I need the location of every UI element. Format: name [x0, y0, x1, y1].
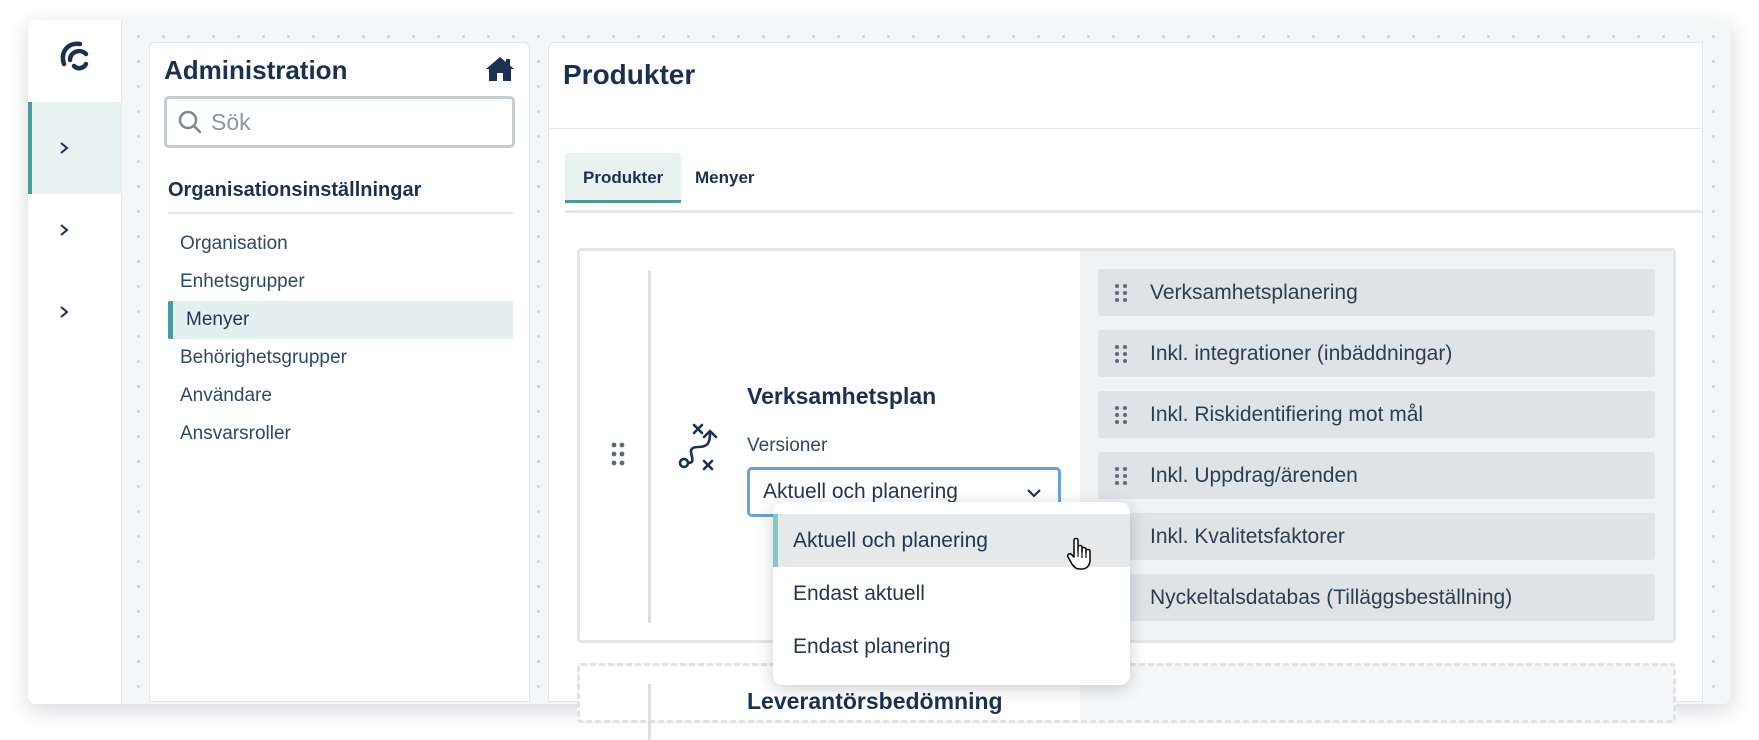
- tab-produkter[interactable]: Produkter: [565, 153, 682, 203]
- nav-item-enhetsgrupper[interactable]: Enhetsgrupper: [168, 263, 513, 301]
- nav-item-ansvarsroller[interactable]: Ansvarsroller: [168, 415, 513, 453]
- drag-handle-icon[interactable]: [610, 441, 626, 467]
- card-divider: [648, 271, 651, 623]
- versions-select-value: Aktuell och planering: [763, 480, 958, 503]
- rail-item-care[interactable]: [28, 184, 622, 276]
- chevron-right-icon: [60, 142, 69, 154]
- section-heading: Organisationsinställningar: [168, 179, 513, 214]
- rail-item-strategy[interactable]: [28, 102, 626, 194]
- nav-item-behorighetsgrupper[interactable]: Behörighetsgrupper: [168, 339, 513, 377]
- brand-logo-icon[interactable]: [50, 34, 98, 82]
- module-item[interactable]: Inkl. Riskidentifiering mot mål: [1098, 391, 1655, 438]
- hand-pointer-cursor-icon: [1066, 537, 1091, 570]
- page-title: Produkter: [563, 59, 696, 90]
- chevron-right-icon: [60, 224, 69, 236]
- search-icon: [178, 110, 202, 134]
- drag-handle-icon[interactable]: [1114, 466, 1128, 486]
- icon-rail: [28, 20, 626, 704]
- module-label: Verksamhetsplanering: [1150, 280, 1358, 304]
- versions-label: Versioner: [747, 435, 828, 456]
- search-box: [164, 96, 515, 148]
- tab-bar: Produkter Menyer: [565, 153, 1702, 213]
- panel-title: Administration: [164, 55, 348, 85]
- drag-handle-icon[interactable]: [1114, 283, 1128, 303]
- search-input[interactable]: [211, 108, 501, 136]
- module-label: Inkl. Riskidentifiering mot mål: [1150, 402, 1424, 426]
- header-divider: [549, 128, 1702, 129]
- nav-item-anvandare[interactable]: Användare: [168, 377, 513, 415]
- module-label: Inkl. Kvalitetsfaktorer: [1150, 524, 1345, 548]
- administration-panel: Administration Organisationsinställninga…: [149, 42, 530, 702]
- dropdown-option[interactable]: Endast aktuell: [773, 567, 1130, 620]
- module-label: Nyckeltalsdatabas (Tilläggsbeställning): [1150, 585, 1513, 609]
- module-item[interactable]: Inkl. integrationer (inbäddningar): [1098, 330, 1655, 377]
- module-item[interactable]: Verksamhetsplanering: [1098, 269, 1655, 316]
- module-item[interactable]: Nyckeltalsdatabas (Tilläggsbeställning): [1098, 574, 1655, 621]
- module-item[interactable]: Inkl. Kvalitetsfaktorer: [1098, 513, 1655, 560]
- product-name: Leverantörsbedömning: [747, 688, 1003, 714]
- nav-item-organisation[interactable]: Organisation: [168, 225, 513, 263]
- drag-handle-icon[interactable]: [1114, 344, 1128, 364]
- dropdown-option[interactable]: Endast planering: [773, 620, 1130, 673]
- drag-handle-icon[interactable]: [1114, 405, 1128, 425]
- rail-item-global[interactable]: [28, 266, 622, 358]
- card-divider: [648, 684, 651, 740]
- module-list: Verksamhetsplanering Inkl. integrationer…: [1080, 251, 1673, 640]
- module-label: Inkl. Uppdrag/ärenden: [1150, 463, 1358, 487]
- admin-nav-list: Organisation Enhetsgrupper Menyer Behöri…: [168, 225, 513, 453]
- tab-menyer[interactable]: Menyer: [677, 153, 773, 203]
- chevron-down-icon: [1027, 489, 1041, 498]
- chevron-right-icon: [60, 306, 69, 318]
- module-item[interactable]: Inkl. Uppdrag/ärenden: [1098, 452, 1655, 499]
- module-label: Inkl. integrationer (inbäddningar): [1150, 341, 1453, 365]
- home-icon[interactable]: [485, 55, 515, 83]
- nav-item-menyer[interactable]: Menyer: [168, 301, 513, 339]
- product-name: Verksamhetsplan: [747, 383, 937, 409]
- strategy-path-icon: [678, 423, 718, 471]
- versions-dropdown-menu: Aktuell och planering Endast aktuell End…: [773, 502, 1130, 685]
